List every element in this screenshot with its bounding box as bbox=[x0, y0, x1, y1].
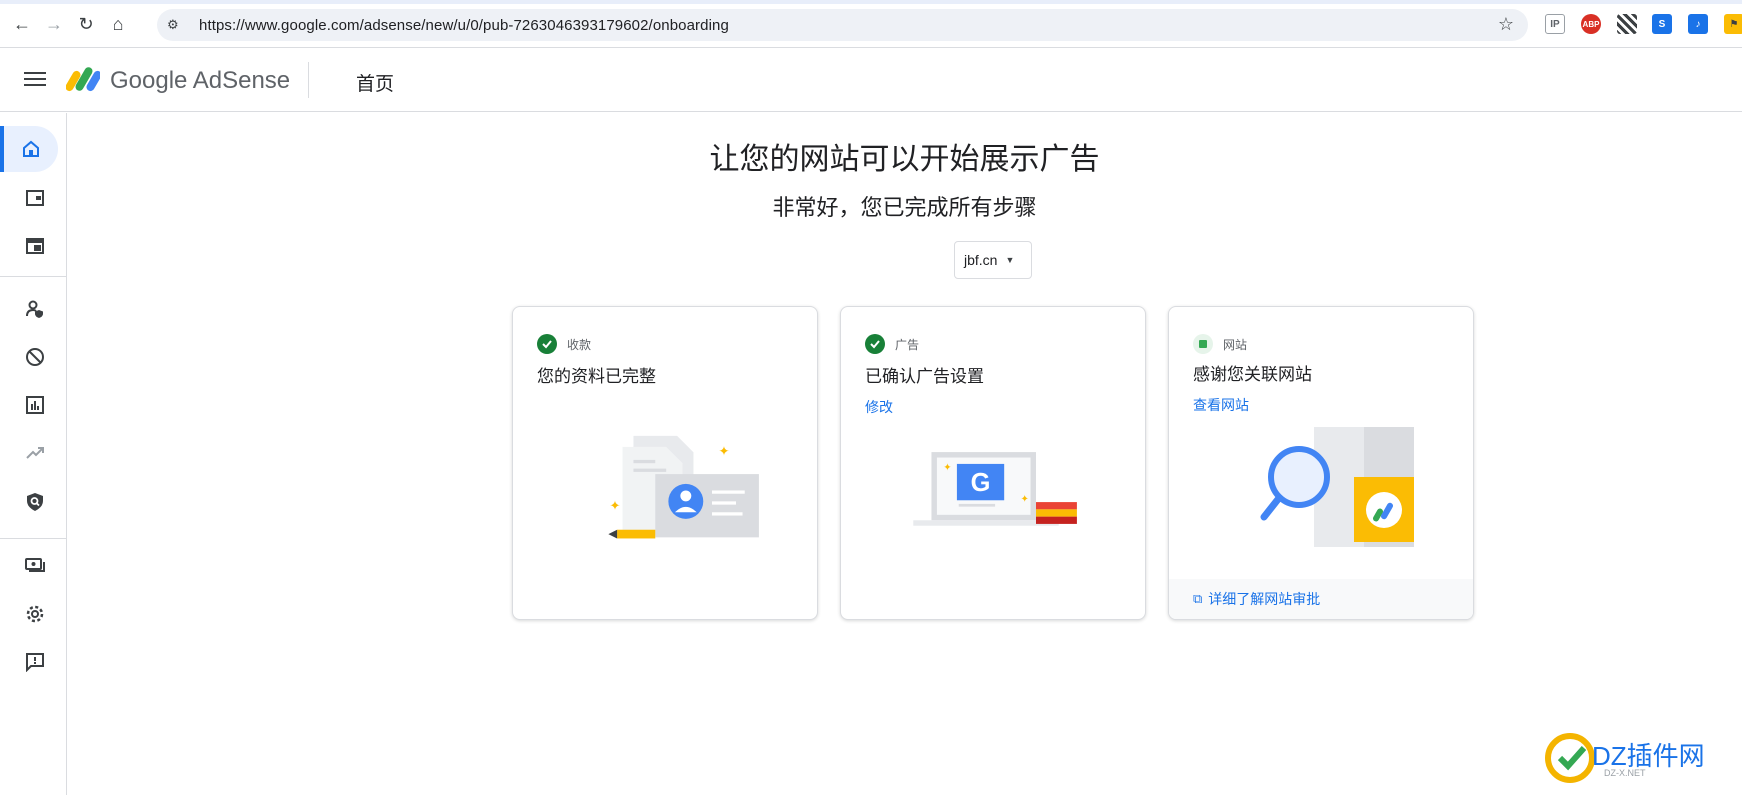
card-status: 广告 bbox=[865, 334, 919, 354]
svg-text:✦: ✦ bbox=[943, 462, 951, 473]
ip-extension-icon[interactable]: IP bbox=[1545, 14, 1565, 34]
sidebar-divider bbox=[0, 276, 66, 277]
main-menu-icon[interactable] bbox=[24, 68, 46, 90]
sidebar-item-settings[interactable] bbox=[12, 591, 58, 637]
gear-icon bbox=[26, 605, 44, 623]
profile-document-illustration: ✦✦ bbox=[608, 435, 759, 539]
site-selector-value: jbf.cn bbox=[964, 252, 998, 268]
tiktok-extension-icon[interactable]: ♪ bbox=[1688, 14, 1708, 34]
qr-extension-icon[interactable] bbox=[1617, 14, 1637, 34]
home-button[interactable]: ⌂ bbox=[106, 12, 130, 36]
block-icon bbox=[26, 348, 44, 366]
payments-icon bbox=[25, 558, 45, 572]
extension-icon[interactable]: ⚑ bbox=[1724, 14, 1742, 34]
adblock-extension-icon[interactable]: ABP bbox=[1581, 14, 1601, 34]
sidebar-item-blocking[interactable] bbox=[12, 334, 58, 380]
site-info-icon[interactable]: ⚙ bbox=[167, 17, 187, 33]
home-icon bbox=[23, 140, 39, 157]
site-review-illustration bbox=[1260, 427, 1414, 547]
check-icon bbox=[537, 334, 557, 354]
reload-button[interactable]: ↻ bbox=[74, 12, 98, 36]
tab-strip-edge bbox=[0, 0, 1742, 4]
card-title: 已确认广告设置 bbox=[865, 367, 984, 386]
page-title: 首页 bbox=[356, 74, 395, 95]
check-icon bbox=[865, 334, 885, 354]
payment-card: 收款 您的资料已完整 ✦ ✦ bbox=[512, 306, 818, 620]
trending-up-icon bbox=[26, 447, 44, 459]
person-shield-icon bbox=[26, 300, 43, 318]
forward-button[interactable]: → bbox=[42, 12, 66, 36]
shield-search-icon bbox=[27, 493, 43, 511]
dropdown-arrow-icon: ▼ bbox=[1005, 255, 1015, 265]
sidebar-item-home[interactable] bbox=[0, 126, 58, 172]
bookmark-star-icon[interactable]: ☆ bbox=[1498, 14, 1514, 35]
sidebar-item-ads[interactable] bbox=[12, 175, 58, 221]
ads-card: 广告 已确认广告设置 修改 G ✦ ✦ bbox=[840, 306, 1146, 620]
app-header: Google AdSense 首页 bbox=[0, 48, 1742, 112]
bar-chart-icon bbox=[26, 396, 44, 414]
s-extension-icon[interactable]: S bbox=[1652, 14, 1672, 34]
pending-status-icon bbox=[1193, 334, 1213, 354]
watermark-subtext: DZ-X.NET bbox=[1604, 768, 1646, 778]
header-divider bbox=[308, 62, 309, 98]
sidebar-item-payments[interactable] bbox=[12, 542, 58, 588]
card-status: 网站 bbox=[1193, 334, 1247, 354]
site-watermark: DZ插件网 DZ-X.NET bbox=[1540, 728, 1740, 788]
card-title: 感谢您关联网站 bbox=[1193, 365, 1312, 384]
ad-settings-illustration: G ✦ ✦ bbox=[913, 452, 1077, 526]
card-status-label: 收款 bbox=[567, 337, 592, 352]
onboarding-subtitle: 非常好，您已完成所有步骤 bbox=[772, 195, 1037, 220]
feedback-icon bbox=[26, 653, 44, 672]
logo-adsense-text: AdSense bbox=[192, 67, 291, 94]
url-text[interactable]: https://www.google.com/adsense/new/u/0/p… bbox=[199, 17, 729, 34]
svg-text:G: G bbox=[971, 469, 991, 497]
onboarding-title: 让您的网站可以开始展示广告 bbox=[709, 143, 1100, 176]
site-selector[interactable]: jbf.cn ▼ bbox=[954, 241, 1032, 279]
edit-link[interactable]: 修改 bbox=[865, 397, 893, 417]
sidebar-item-reports[interactable] bbox=[12, 382, 58, 428]
watermark-logo-icon bbox=[1545, 733, 1595, 783]
ads-icon bbox=[26, 190, 44, 206]
learn-site-review-link[interactable]: ⧉ 详细了解网站审批 bbox=[1169, 579, 1473, 619]
product-logo-text: Google AdSense bbox=[110, 67, 290, 95]
footer-link-text: 详细了解网站审批 bbox=[1208, 591, 1321, 607]
card-status-label: 网站 bbox=[1223, 337, 1248, 352]
sidebar-divider bbox=[0, 538, 66, 539]
site-card: 网站 感谢您关联网站 查看网站 ⧉ 详细了解网站审批 bbox=[1168, 306, 1474, 620]
view-site-link[interactable]: 查看网站 bbox=[1193, 395, 1249, 415]
sidebar bbox=[0, 113, 67, 795]
browser-toolbar: ← → ↻ ⌂ ⚙ https://www.google.com/adsense… bbox=[0, 0, 1742, 48]
sidebar-item-privacy[interactable] bbox=[12, 286, 58, 332]
card-status: 收款 bbox=[537, 334, 591, 354]
logo-google-text: Google bbox=[110, 67, 188, 94]
sidebar-item-feedback[interactable] bbox=[12, 639, 58, 685]
svg-text:✦: ✦ bbox=[609, 498, 620, 513]
card-title: 您的资料已完整 bbox=[537, 367, 656, 386]
external-doc-icon: ⧉ bbox=[1193, 591, 1203, 606]
sidebar-item-brand-safety[interactable] bbox=[12, 479, 58, 525]
sidebar-item-sites[interactable] bbox=[12, 223, 58, 269]
sites-icon bbox=[26, 238, 44, 254]
address-bar[interactable]: ⚙ https://www.google.com/adsense/new/u/0… bbox=[157, 9, 1528, 41]
sidebar-item-optimization[interactable] bbox=[12, 430, 58, 476]
card-status-label: 广告 bbox=[895, 337, 920, 352]
svg-text:✦: ✦ bbox=[1021, 494, 1029, 505]
svg-text:✦: ✦ bbox=[719, 444, 730, 459]
adsense-logo-icon bbox=[66, 67, 100, 92]
back-button[interactable]: ← bbox=[10, 12, 34, 36]
